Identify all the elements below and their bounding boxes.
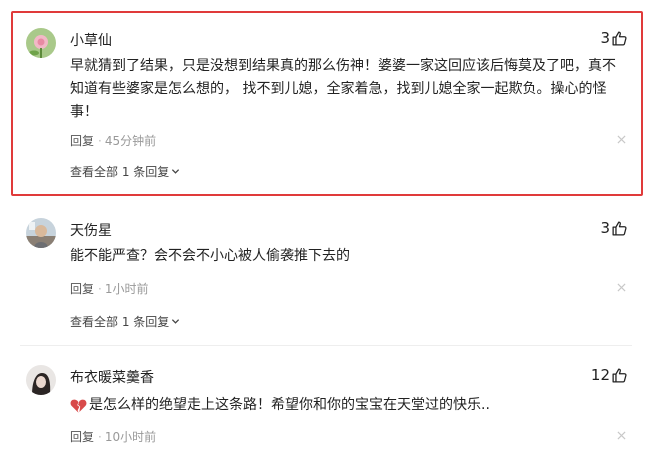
view-all-replies[interactable]: 查看全部 1 条回复 (70, 313, 180, 330)
comment-item: 布衣暖菜羹香 12 是怎么样的绝望走上这条路！希望你和你的宝宝在天堂过的快乐..… (0, 345, 650, 471)
username[interactable]: 小草仙 (70, 30, 112, 50)
avatar[interactable] (26, 28, 56, 58)
close-icon[interactable] (617, 135, 626, 144)
like-count: 3 (600, 219, 610, 237)
comment-text: 早就猜到了结果，只是没想到结果真的那么伤神！婆婆一家这回应该后悔莫及了吧，真不 … (70, 58, 616, 120)
broken-heart-icon (70, 399, 87, 413)
avatar[interactable] (26, 218, 56, 248)
close-icon[interactable] (617, 431, 626, 440)
reply-button[interactable]: 回复 (70, 282, 94, 296)
thumbs-up-icon (612, 367, 627, 383)
chevron-down-icon (172, 169, 180, 174)
comment-meta: 回复 · 10小时前 (70, 430, 157, 444)
close-icon[interactable] (617, 283, 626, 292)
avatar[interactable] (26, 365, 56, 395)
timestamp: 1小时前 (104, 282, 149, 296)
like-count: 3 (600, 29, 610, 47)
username[interactable]: 布衣暖菜羹香 (70, 367, 154, 387)
reply-button[interactable]: 回复 (70, 430, 94, 444)
timestamp: 45分钟前 (104, 134, 157, 148)
username[interactable]: 天伤星 (70, 220, 112, 240)
like-button[interactable]: 12 (591, 366, 628, 384)
timestamp: 10小时前 (104, 430, 157, 444)
comment-meta: 回复 · 1小时前 (70, 282, 149, 296)
like-count: 12 (590, 366, 610, 384)
thumbs-up-icon (612, 30, 627, 46)
view-all-replies[interactable]: 查看全部 1 条回复 (70, 163, 180, 180)
comment-item: 小草仙 3 早就猜到了结果，只是没想到结果真的那么伤神！婆婆一家这回应该后悔莫及… (0, 0, 650, 200)
like-button[interactable]: 3 (600, 219, 628, 237)
comment-text: 是怎么样的绝望走上这条路！希望你和你的宝宝在天堂过的快乐.. (70, 394, 635, 417)
comment-item: 天伤星 3 能不能严查？会不会不小心被人偷袭推下去的 回复 · 1小时前 查看全部 … (0, 200, 650, 345)
reply-button[interactable]: 回复 (70, 134, 94, 148)
thumbs-up-icon (612, 220, 627, 236)
comment-meta: 回复 · 45分钟前 (70, 134, 157, 148)
comment-text: 能不能严查？会不会不小心被人偷袭推下去的 (70, 248, 350, 264)
chevron-down-icon (172, 319, 180, 324)
like-button[interactable]: 3 (600, 29, 628, 47)
